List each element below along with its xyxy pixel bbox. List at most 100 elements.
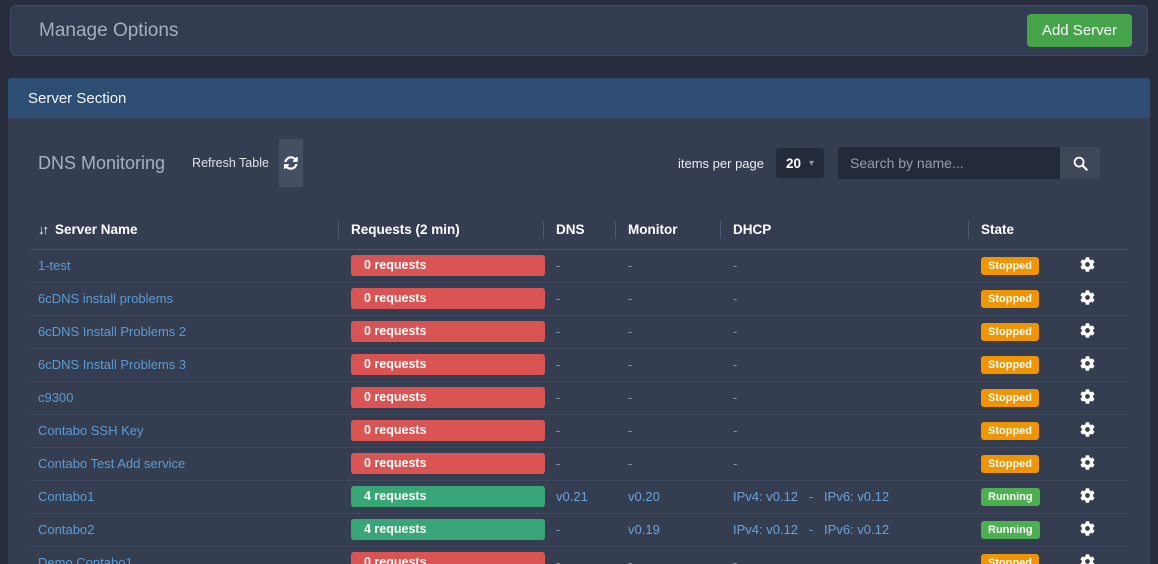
gear-button[interactable] <box>1080 323 1095 338</box>
search-input[interactable] <box>838 147 1060 179</box>
dns-cell: - <box>543 315 615 348</box>
table-row: Contabo14 requestsv0.21v0.20IPv4: v0.12 … <box>30 480 1128 513</box>
gear-button[interactable] <box>1080 455 1095 470</box>
dhcp-cell: - <box>720 282 968 315</box>
server-name-link[interactable]: Contabo2 <box>38 522 94 537</box>
dns-cell-value: - <box>556 456 560 471</box>
dns-cell: - <box>543 249 615 282</box>
server-name-cell: 6cDNS Install Problems 2 <box>30 315 338 348</box>
dns-cell: - <box>543 414 615 447</box>
dns-cell-value: - <box>556 555 560 564</box>
monitor-cell: - <box>615 315 720 348</box>
dhcp-cell-value: - <box>733 258 737 273</box>
state-badge: Stopped <box>981 422 1039 440</box>
items-per-page-label: items per page <box>678 156 764 171</box>
table-row: 6cDNS Install Problems 30 requests---Sto… <box>30 348 1128 381</box>
refresh-table-button[interactable] <box>279 139 303 187</box>
gear-button[interactable] <box>1080 521 1095 536</box>
monitor-cell-value: - <box>628 456 632 471</box>
requests-cell: 0 requests <box>338 546 543 564</box>
requests-badge: 0 requests <box>351 552 545 564</box>
actions-cell <box>1050 348 1128 381</box>
table-row: Contabo24 requests-v0.19IPv4: v0.12 - IP… <box>30 513 1128 546</box>
table-row: 1-test0 requests---Stopped <box>30 249 1128 282</box>
server-name-cell: c9300 <box>30 381 338 414</box>
gear-button[interactable] <box>1080 290 1095 305</box>
requests-badge: 0 requests <box>351 255 545 276</box>
section-header: Server Section <box>8 78 1150 118</box>
monitor-cell: v0.20 <box>615 480 720 513</box>
gear-button[interactable] <box>1080 422 1095 437</box>
monitor-cell-value: - <box>628 324 632 339</box>
state-cell: Stopped <box>968 249 1050 282</box>
gear-button[interactable] <box>1080 488 1095 503</box>
server-name-link[interactable]: Contabo Test Add service <box>38 456 185 471</box>
state-cell: Stopped <box>968 546 1050 564</box>
server-name-link[interactable]: 6cDNS install problems <box>38 291 173 306</box>
gear-icon <box>1080 455 1095 470</box>
search-button[interactable] <box>1060 147 1100 179</box>
actions-cell <box>1050 546 1128 564</box>
server-name-link[interactable]: Contabo1 <box>38 489 94 504</box>
column-server-name[interactable]: ↓↑Server Name <box>30 210 338 249</box>
table-row: 6cDNS Install Problems 20 requests---Sto… <box>30 315 1128 348</box>
requests-badge: 4 requests <box>351 519 545 540</box>
requests-cell: 0 requests <box>338 414 543 447</box>
sort-icon[interactable]: ↓↑ <box>38 222 47 237</box>
server-name-cell: Contabo1 <box>30 480 338 513</box>
server-name-cell: Contabo SSH Key <box>30 414 338 447</box>
dns-cell-value: - <box>556 522 560 537</box>
actions-cell <box>1050 480 1128 513</box>
requests-cell: 0 requests <box>338 381 543 414</box>
dns-cell-value: - <box>556 357 560 372</box>
monitor-cell: - <box>615 546 720 564</box>
dns-cell-value: - <box>556 423 560 438</box>
dhcp-cell-value: IPv4: v0.12 - IPv6: v0.12 <box>733 489 889 504</box>
dhcp-cell-value: IPv4: v0.12 - IPv6: v0.12 <box>733 522 889 537</box>
state-badge: Stopped <box>981 290 1039 308</box>
table-row: 6cDNS install problems0 requests---Stopp… <box>30 282 1128 315</box>
dns-cell: - <box>543 546 615 564</box>
server-name-link[interactable]: Demo Contabo1 <box>38 555 133 564</box>
requests-badge: 0 requests <box>351 420 545 441</box>
actions-cell <box>1050 381 1128 414</box>
gear-button[interactable] <box>1080 257 1095 272</box>
gear-button[interactable] <box>1080 389 1095 404</box>
gear-button[interactable] <box>1080 356 1095 371</box>
server-name-link[interactable]: 6cDNS Install Problems 3 <box>38 357 186 372</box>
requests-badge: 4 requests <box>351 486 545 507</box>
requests-cell: 0 requests <box>338 348 543 381</box>
gear-icon <box>1080 554 1095 564</box>
refresh-table-label: Refresh Table <box>192 156 269 170</box>
state-cell: Stopped <box>968 282 1050 315</box>
requests-cell: 4 requests <box>338 480 543 513</box>
server-name-cell: Contabo2 <box>30 513 338 546</box>
table-row: Contabo SSH Key0 requests---Stopped <box>30 414 1128 447</box>
column-requests: Requests (2 min) <box>338 210 543 249</box>
state-cell: Stopped <box>968 414 1050 447</box>
requests-badge: 0 requests <box>351 288 545 309</box>
dhcp-cell: - <box>720 447 968 480</box>
server-name-link[interactable]: 6cDNS Install Problems 2 <box>38 324 186 339</box>
dns-cell: - <box>543 381 615 414</box>
server-name-link[interactable]: c9300 <box>38 390 73 405</box>
gear-button[interactable] <box>1080 554 1095 564</box>
dhcp-cell-value: - <box>733 423 737 438</box>
actions-cell <box>1050 282 1128 315</box>
monitor-cell: - <box>615 447 720 480</box>
dns-cell: - <box>543 447 615 480</box>
server-table-body: 1-test0 requests---Stopped6cDNS install … <box>30 249 1128 564</box>
server-name-link[interactable]: 1-test <box>38 258 71 273</box>
monitor-cell-value: - <box>628 291 632 306</box>
server-name-link[interactable]: Contabo SSH Key <box>38 423 144 438</box>
dns-cell-value: - <box>556 324 560 339</box>
monitor-cell-value: - <box>628 357 632 372</box>
items-per-page-select[interactable]: 20 ▾ <box>776 148 824 178</box>
actions-cell <box>1050 414 1128 447</box>
dhcp-cell: - <box>720 249 968 282</box>
dhcp-cell: - <box>720 546 968 564</box>
state-cell: Stopped <box>968 315 1050 348</box>
actions-cell <box>1050 249 1128 282</box>
state-cell: Running <box>968 480 1050 513</box>
add-server-button[interactable]: Add Server <box>1027 14 1132 47</box>
